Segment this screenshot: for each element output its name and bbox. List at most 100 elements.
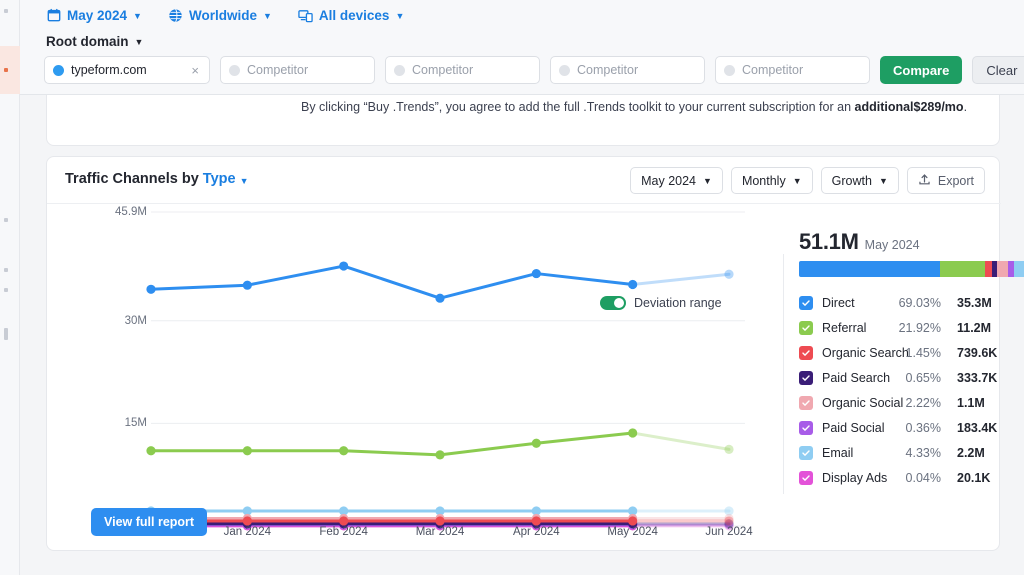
card-header: Traffic Channels by Type ▼ May 2024 ▼ Mo… — [47, 157, 1001, 204]
chart-date-label: May 2024 — [641, 173, 697, 188]
notice-text-before: By clicking “Buy .Trends”, you agree to … — [301, 100, 855, 114]
card-title-prefix: Traffic Channels by — [65, 171, 203, 187]
channel-checkbox[interactable] — [799, 320, 813, 335]
channel-name: Paid Search — [822, 370, 891, 385]
channel-name: Direct — [822, 295, 855, 310]
chevron-down-icon: ▼ — [395, 10, 405, 21]
view-full-report-button[interactable]: View full report — [91, 508, 208, 536]
chart-granularity-select[interactable]: Monthly ▼ — [730, 167, 813, 194]
channel-percent: 69.03% — [898, 295, 941, 310]
domain-color-dot — [559, 64, 570, 76]
channel-legend-panel: 51.1M May 2024 Direct 69.03% 35.3M Referral… — [799, 204, 1024, 552]
competitor-input-4[interactable]: Competitor — [715, 56, 870, 84]
domain-color-dot — [394, 64, 405, 76]
chevron-down-icon: ▼ — [792, 176, 802, 186]
channel-legend-row[interactable]: Organic Search 1.45% 739.6K — [799, 340, 1024, 365]
left-rail — [0, 0, 20, 575]
y-axis-tick-label: 30M — [124, 314, 147, 327]
channel-checkbox[interactable] — [799, 345, 813, 360]
domain-input-primary[interactable]: typeform.com × — [44, 56, 210, 84]
rail-tick-icon — [4, 218, 8, 222]
competitor-placeholder: Competitor — [742, 63, 804, 77]
rail-tick-icon — [4, 328, 8, 340]
chart-date-select[interactable]: May 2024 ▼ — [630, 167, 723, 194]
clear-button[interactable]: Clear — [972, 56, 1024, 84]
panel-divider — [783, 254, 784, 494]
globe-icon — [168, 8, 183, 23]
channel-checkbox[interactable] — [799, 420, 813, 435]
chart-granularity-label: Monthly — [741, 173, 786, 188]
chart-body: Deviation range 45.9M30M15M0 Dec 2023Jan… — [47, 204, 1024, 552]
filter-location[interactable]: Worldwide ▼ — [168, 3, 272, 27]
channel-name: Display Ads — [822, 470, 888, 485]
filter-device-label: All devices — [318, 7, 390, 23]
channel-legend-row[interactable]: Organic Social 2.22% 1.1M — [799, 390, 1024, 415]
chevron-down-icon: ▼ — [134, 36, 144, 47]
channel-name: Organic Search — [822, 345, 909, 360]
card-title-link[interactable]: Type — [203, 171, 236, 187]
channel-value: 2.2M — [957, 445, 985, 460]
close-icon[interactable]: × — [189, 64, 201, 77]
export-button[interactable]: Export — [906, 167, 985, 194]
global-filters: May 2024 ▼ Worldwide ▼ All devices ▼ — [46, 3, 404, 27]
channel-value: 739.6K — [957, 345, 998, 360]
channel-value: 35.3M — [957, 295, 992, 310]
competitor-placeholder: Competitor — [412, 63, 474, 77]
channel-legend-row[interactable]: Email 4.33% 2.2M — [799, 440, 1024, 465]
competitor-placeholder: Competitor — [577, 63, 639, 77]
chevron-down-icon: ▼ — [703, 176, 712, 186]
x-axis-tick-label: Mar 2024 — [415, 526, 465, 538]
trends-notice-card: By clicking “Buy .Trends”, you agree to … — [46, 95, 1000, 146]
channel-name: Organic Social — [822, 395, 904, 410]
notice-text-after: . — [963, 100, 968, 114]
x-axis-tick-label: May 2024 — [607, 526, 658, 538]
competitor-row: typeform.com × Competitor Competitor Com… — [44, 56, 1024, 84]
channel-legend-row[interactable]: Display Ads 0.04% 20.1K — [799, 465, 1024, 490]
competitor-input-1[interactable]: Competitor — [220, 56, 375, 84]
filter-scope[interactable]: Root domain ▼ — [46, 29, 143, 53]
channel-value: 1.1M — [957, 395, 985, 410]
total-traffic-period: May 2024 — [864, 238, 920, 252]
stacked-bar-segment — [997, 261, 1008, 277]
chart-metric-label: Growth — [831, 173, 872, 188]
channel-value: 11.2M — [957, 320, 992, 335]
channel-percent: 0.04% — [905, 470, 941, 485]
traffic-channels-card: Traffic Channels by Type ▼ May 2024 ▼ Mo… — [46, 156, 1024, 552]
y-axis-tick-label: 15M — [124, 417, 147, 430]
filter-date[interactable]: May 2024 ▼ — [46, 3, 142, 27]
channel-legend-row[interactable]: Paid Social 0.36% 183.4K — [799, 415, 1024, 440]
chart-svg — [146, 211, 745, 531]
chevron-down-icon[interactable]: ▼ — [240, 176, 249, 186]
channel-legend-row[interactable]: Direct 69.03% 35.3M — [799, 290, 1024, 315]
channel-percent: 4.33% — [905, 445, 941, 460]
channel-checkbox[interactable] — [799, 370, 813, 385]
compare-button[interactable]: Compare — [880, 56, 963, 84]
page-title: Traffic Channels by Type ▼ — [65, 171, 249, 187]
stacked-bar-segment — [940, 261, 986, 277]
chart-metric-select[interactable]: Growth ▼ — [820, 167, 899, 194]
competitor-placeholder: Competitor — [247, 63, 309, 77]
channel-legend-row[interactable]: Paid Search 0.65% 333.7K — [799, 365, 1024, 390]
channel-legend-row[interactable]: Referral 21.92% 11.2M — [799, 315, 1024, 340]
filter-date-label: May 2024 — [67, 7, 128, 23]
rail-tick-icon — [4, 288, 8, 292]
chevron-down-icon: ▼ — [878, 176, 888, 186]
notice-bold-price: $289/mo — [913, 100, 964, 114]
channel-checkbox[interactable] — [799, 295, 813, 310]
competitor-input-3[interactable]: Competitor — [550, 56, 705, 84]
stacked-bar-segment — [1014, 261, 1024, 277]
channel-checkbox[interactable] — [799, 470, 813, 485]
x-axis-tick-label: Feb 2024 — [319, 526, 368, 538]
rail-tick-icon — [4, 9, 8, 13]
domain-color-dot — [724, 64, 735, 76]
competitor-input-2[interactable]: Competitor — [385, 56, 540, 84]
channel-stacked-bar — [799, 261, 1024, 277]
export-icon — [918, 173, 931, 189]
y-axis-labels: 45.9M30M15M0 — [61, 204, 147, 552]
channel-checkbox[interactable] — [799, 395, 813, 410]
domain-color-dot — [229, 64, 240, 76]
notice-bold-additional: additional — [854, 100, 914, 114]
filter-device[interactable]: All devices ▼ — [298, 3, 404, 27]
channel-value: 20.1K — [957, 470, 991, 485]
channel-checkbox[interactable] — [799, 445, 813, 460]
